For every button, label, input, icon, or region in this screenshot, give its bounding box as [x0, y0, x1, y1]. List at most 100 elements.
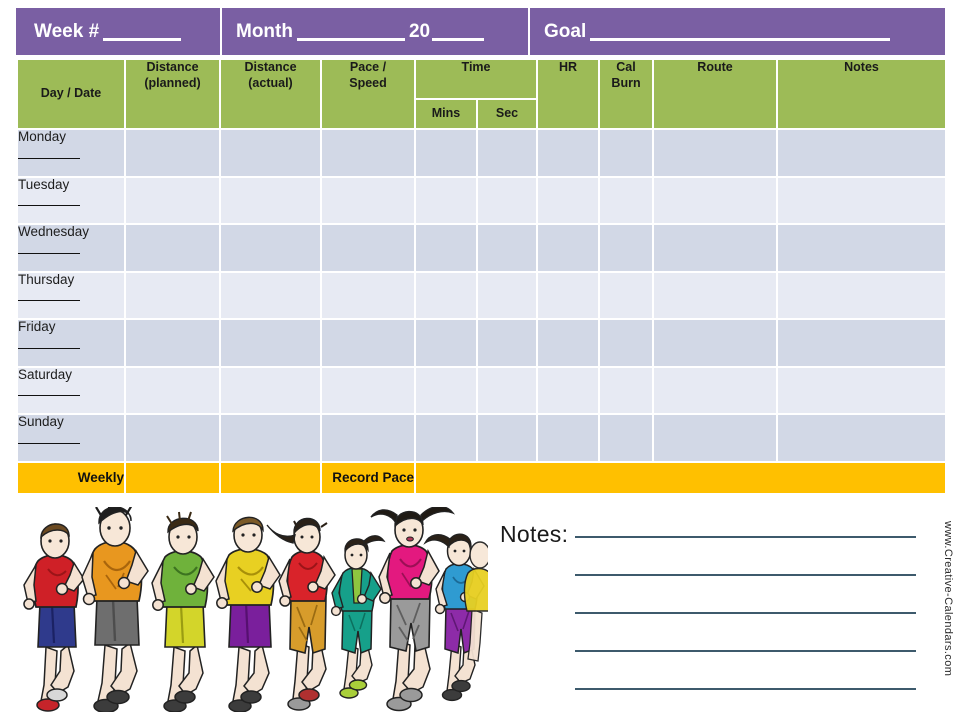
cell-hr[interactable]: [536, 365, 601, 415]
col-header-distance-actual-line1: Distance: [244, 60, 297, 74]
notes-line-1[interactable]: [575, 536, 916, 538]
goal-blank-line[interactable]: [590, 22, 891, 41]
cell-time-mins[interactable]: [414, 365, 478, 415]
notes-line-3[interactable]: [575, 612, 916, 614]
cell-time-sec[interactable]: [475, 413, 539, 463]
row-day-wednesday[interactable]: Wednesday: [16, 223, 126, 273]
cell-pace-speed[interactable]: [320, 223, 416, 273]
cell-time-mins[interactable]: [414, 175, 478, 225]
cell-distance-actual[interactable]: [219, 175, 322, 225]
cell-time-mins[interactable]: [414, 223, 478, 273]
week-blank-line[interactable]: [103, 22, 182, 41]
date-blank-line[interactable]: [18, 300, 80, 302]
cell-distance-planned[interactable]: [124, 318, 221, 368]
cell-pace-speed[interactable]: [320, 413, 416, 463]
date-blank-line[interactable]: [18, 157, 80, 159]
cell-distance-actual[interactable]: [219, 413, 322, 463]
cell-distance-planned[interactable]: [124, 175, 221, 225]
date-blank-line[interactable]: [18, 347, 80, 349]
cell-distance-actual[interactable]: [219, 128, 322, 178]
date-blank-line[interactable]: [18, 252, 80, 254]
cell-time-sec[interactable]: [475, 175, 539, 225]
row-day-monday[interactable]: Monday: [16, 128, 126, 178]
notes-line-4[interactable]: [575, 650, 916, 652]
cell-distance-planned[interactable]: [124, 223, 221, 273]
cell-time-mins[interactable]: [414, 128, 478, 178]
row-day-sunday[interactable]: Sunday: [16, 413, 126, 463]
cell-pace-speed[interactable]: [320, 175, 416, 225]
cell-distance-actual[interactable]: [219, 223, 322, 273]
cell-cal-burn[interactable]: [598, 318, 655, 368]
cell-pace-speed[interactable]: [320, 128, 416, 178]
cell-time-sec[interactable]: [475, 223, 539, 273]
cell-route[interactable]: [652, 223, 779, 273]
notes-line-2[interactable]: [575, 574, 916, 576]
cell-notes[interactable]: [776, 175, 948, 225]
cell-distance-planned[interactable]: [124, 413, 221, 463]
summary-weekly-actual[interactable]: [219, 460, 322, 495]
summary-weekly-planned[interactable]: [124, 460, 221, 495]
cell-time-mins[interactable]: [414, 270, 478, 320]
week-field-group[interactable]: Week #: [16, 8, 220, 55]
cell-notes[interactable]: [776, 223, 948, 273]
cell-pace-speed[interactable]: [320, 365, 416, 415]
cell-route[interactable]: [652, 175, 779, 225]
cell-notes[interactable]: [776, 128, 948, 178]
date-blank-line[interactable]: [18, 395, 80, 397]
cell-notes[interactable]: [776, 318, 948, 368]
month-field-group[interactable]: Month 20: [220, 8, 528, 55]
month-blank-line[interactable]: [296, 22, 405, 41]
col-header-distance-actual-line2: (actual): [248, 75, 293, 90]
row-day-friday[interactable]: Friday: [16, 318, 126, 368]
date-blank-line[interactable]: [18, 205, 80, 207]
cell-distance-planned[interactable]: [124, 128, 221, 178]
summary-remaining[interactable]: [413, 460, 948, 495]
cell-route[interactable]: [652, 318, 779, 368]
cell-route[interactable]: [652, 413, 779, 463]
cell-distance-planned[interactable]: [124, 365, 221, 415]
cell-notes[interactable]: [776, 365, 948, 415]
cell-cal-burn[interactable]: [598, 223, 655, 273]
cell-hr[interactable]: [536, 175, 601, 225]
cell-hr[interactable]: [536, 413, 601, 463]
runner-2: [81, 507, 149, 712]
col-header-cal-burn: Cal Burn: [598, 58, 655, 130]
col-header-cal-line2: Burn: [611, 75, 641, 90]
cell-cal-burn[interactable]: [598, 270, 655, 320]
cell-route[interactable]: [652, 128, 779, 178]
cell-hr[interactable]: [536, 318, 601, 368]
cell-cal-burn[interactable]: [598, 365, 655, 415]
cell-notes[interactable]: [776, 270, 948, 320]
row-day-thursday[interactable]: Thursday: [16, 270, 126, 320]
cell-pace-speed[interactable]: [320, 270, 416, 320]
cell-time-sec[interactable]: [475, 128, 539, 178]
notes-label: Notes:: [500, 521, 569, 547]
cell-cal-burn[interactable]: [598, 413, 655, 463]
cell-time-mins[interactable]: [414, 413, 478, 463]
row-day-saturday[interactable]: Saturday: [16, 365, 126, 415]
cell-cal-burn[interactable]: [598, 175, 655, 225]
cell-distance-actual[interactable]: [219, 270, 322, 320]
year-blank-line[interactable]: [432, 22, 485, 41]
cell-route[interactable]: [652, 270, 779, 320]
cell-notes[interactable]: [776, 413, 948, 463]
goal-field-group[interactable]: Goal: [528, 8, 945, 55]
row-day-tuesday[interactable]: Tuesday: [16, 175, 126, 225]
cell-distance-planned[interactable]: [124, 270, 221, 320]
date-blank-line[interactable]: [18, 442, 80, 444]
cell-time-mins[interactable]: [414, 318, 478, 368]
notes-line-5[interactable]: [575, 688, 916, 690]
cell-cal-burn[interactable]: [598, 128, 655, 178]
cell-time-sec[interactable]: [475, 270, 539, 320]
cell-distance-actual[interactable]: [219, 365, 322, 415]
table-row: Sunday: [16, 413, 948, 463]
cell-hr[interactable]: [536, 223, 601, 273]
cell-pace-speed[interactable]: [320, 318, 416, 368]
cell-time-sec[interactable]: [475, 318, 539, 368]
cell-hr[interactable]: [536, 270, 601, 320]
cell-hr[interactable]: [536, 128, 601, 178]
col-header-distance-planned: Distance (planned): [124, 58, 221, 130]
cell-distance-actual[interactable]: [219, 318, 322, 368]
cell-time-sec[interactable]: [475, 365, 539, 415]
cell-route[interactable]: [652, 365, 779, 415]
